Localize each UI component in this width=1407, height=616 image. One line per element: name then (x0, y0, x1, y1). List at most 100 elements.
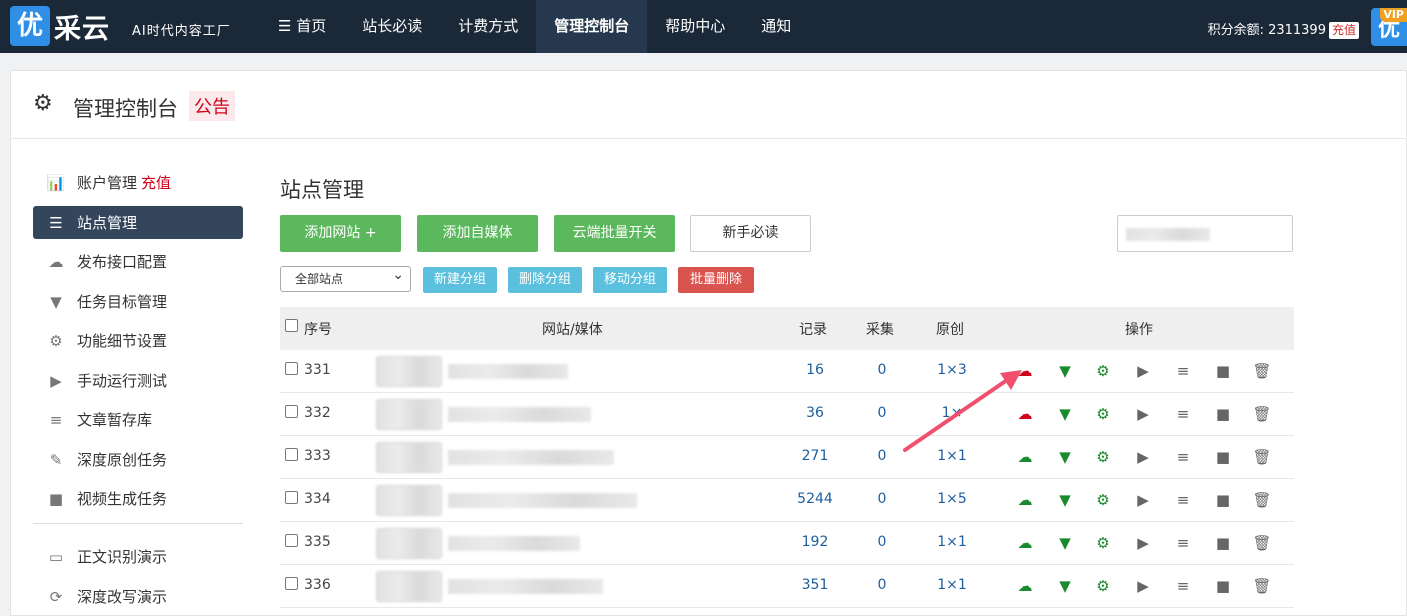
sidebar-item-sites[interactable]: ☰ 站点管理 (33, 205, 243, 239)
row-records[interactable]: 192 (785, 534, 845, 550)
row-original[interactable]: 1×3 (922, 362, 982, 378)
cloud-upload-icon[interactable]: ☁ (1015, 534, 1035, 552)
database-icon[interactable]: ≡ (1173, 448, 1193, 466)
database-icon[interactable]: ≡ (1173, 577, 1193, 595)
row-original[interactable]: 1×1 (922, 448, 982, 464)
sidebar-item-text-recognition-demo[interactable]: ▭ 正文识别演示 (33, 540, 243, 573)
row-checkbox[interactable] (285, 405, 298, 418)
video-camera-icon[interactable]: ■ (1213, 577, 1233, 595)
sidebar-item-publish-api[interactable]: ☁ 发布接口配置 (33, 245, 243, 278)
cloud-upload-icon[interactable]: ☁ (1015, 362, 1035, 380)
sidebar-item-feature-settings[interactable]: ⚙ 功能细节设置 (33, 324, 243, 357)
row-collect[interactable]: 0 (852, 405, 912, 421)
play-circle-icon[interactable]: ▶ (1133, 448, 1153, 466)
filter-icon[interactable]: ▼ (1055, 448, 1075, 466)
select-all-checkbox[interactable] (285, 319, 298, 332)
filter-icon[interactable]: ▼ (1055, 491, 1075, 509)
site-name-redacted[interactable] (448, 450, 614, 465)
row-collect[interactable]: 0 (852, 362, 912, 378)
trash-icon[interactable]: 🗑 (1252, 362, 1272, 380)
filter-icon[interactable]: ▼ (1055, 577, 1075, 595)
row-original[interactable]: 1×5 (922, 491, 982, 507)
cogs-icon[interactable]: ⚙ (1093, 577, 1113, 595)
delete-group-button[interactable]: 删除分组 (508, 267, 582, 293)
sidebar-item-video-task[interactable]: ■ 视频生成任务 (33, 482, 243, 515)
sidebar-item-article-store[interactable]: ≡ 文章暂存库 (33, 403, 243, 436)
trash-icon[interactable]: 🗑 (1252, 448, 1272, 466)
cloud-upload-icon[interactable]: ☁ (1015, 405, 1035, 423)
filter-icon[interactable]: ▼ (1055, 534, 1075, 552)
sidebar-item-deep-original[interactable]: ✎ 深度原创任务 (33, 443, 243, 476)
nav-pricing[interactable]: 计费方式 (440, 0, 536, 53)
trash-icon[interactable]: 🗑 (1252, 405, 1272, 423)
nav-help[interactable]: 帮助中心 (647, 0, 743, 53)
cloud-upload-icon[interactable]: ☁ (1015, 491, 1035, 509)
row-checkbox[interactable] (285, 362, 298, 375)
play-circle-icon[interactable]: ▶ (1133, 534, 1153, 552)
recharge-button[interactable]: 充值 (1328, 22, 1359, 39)
play-circle-icon[interactable]: ▶ (1133, 362, 1153, 380)
video-camera-icon[interactable]: ■ (1213, 534, 1233, 552)
sidebar-item-account[interactable]: 📊 账户管理 充值 (33, 166, 243, 199)
group-select[interactable]: 全部站点 (280, 263, 411, 292)
row-original[interactable]: 1×1 (922, 534, 982, 550)
row-collect[interactable]: 0 (852, 448, 912, 464)
row-collect[interactable]: 0 (852, 491, 912, 507)
vip-avatar[interactable]: 优 VIP (1371, 8, 1407, 46)
row-records[interactable]: 351 (785, 577, 845, 593)
add-site-button[interactable]: 添加网站 + (280, 215, 401, 252)
filter-icon[interactable]: ▼ (1055, 405, 1075, 423)
trash-icon[interactable]: 🗑 (1252, 534, 1272, 552)
play-circle-icon[interactable]: ▶ (1133, 405, 1153, 423)
trash-icon[interactable]: 🗑 (1252, 577, 1272, 595)
nav-console[interactable]: 管理控制台 (536, 0, 648, 53)
batch-delete-button[interactable]: 批量删除 (678, 267, 754, 293)
site-name-redacted[interactable] (448, 536, 580, 551)
row-checkbox[interactable] (285, 577, 298, 590)
row-checkbox[interactable] (285, 491, 298, 504)
row-original[interactable]: 1×1 (922, 577, 982, 593)
cogs-icon[interactable]: ⚙ (1093, 448, 1113, 466)
database-icon[interactable]: ≡ (1173, 405, 1193, 423)
nav-home[interactable]: ☰ 首页 (260, 0, 344, 53)
row-records[interactable]: 16 (785, 362, 845, 378)
play-circle-icon[interactable]: ▶ (1133, 491, 1153, 509)
filter-icon[interactable]: ▼ (1055, 362, 1075, 380)
site-name-redacted[interactable] (448, 493, 637, 508)
new-group-button[interactable]: 新建分组 (423, 267, 497, 293)
sidebar-recharge-link[interactable]: 充值 (141, 174, 171, 192)
video-camera-icon[interactable]: ■ (1213, 362, 1233, 380)
cogs-icon[interactable]: ⚙ (1093, 405, 1113, 423)
cogs-icon[interactable]: ⚙ (1093, 491, 1113, 509)
row-checkbox[interactable] (285, 534, 298, 547)
trash-icon[interactable]: 🗑 (1252, 491, 1272, 509)
logo-text[interactable]: 采云 (54, 7, 110, 46)
site-name-redacted[interactable] (448, 364, 568, 379)
sidebar-item-task-target[interactable]: ▼ 任务目标管理 (33, 285, 243, 318)
sidebar-item-manual-run[interactable]: ▶ 手动运行测试 (33, 364, 243, 397)
row-records[interactable]: 5244 (785, 491, 845, 507)
sidebar-item-rewrite-demo[interactable]: ⟳ 深度改写演示 (33, 580, 243, 613)
play-circle-icon[interactable]: ▶ (1133, 577, 1153, 595)
video-camera-icon[interactable]: ■ (1213, 491, 1233, 509)
add-media-button[interactable]: 添加自媒体 (417, 215, 538, 252)
database-icon[interactable]: ≡ (1173, 534, 1193, 552)
row-checkbox[interactable] (285, 448, 298, 461)
row-original[interactable]: 1× (922, 405, 982, 421)
row-records[interactable]: 36 (785, 405, 845, 421)
row-collect[interactable]: 0 (852, 577, 912, 593)
cloud-upload-icon[interactable]: ☁ (1015, 577, 1035, 595)
nav-must-read[interactable]: 站长必读 (344, 0, 440, 53)
row-records[interactable]: 271 (785, 448, 845, 464)
cloud-upload-icon[interactable]: ☁ (1015, 448, 1035, 466)
row-collect[interactable]: 0 (852, 534, 912, 550)
search-input[interactable] (1117, 215, 1293, 252)
video-camera-icon[interactable]: ■ (1213, 448, 1233, 466)
logo-icon[interactable]: 优 (10, 6, 50, 46)
move-group-button[interactable]: 移动分组 (593, 267, 667, 293)
database-icon[interactable]: ≡ (1173, 362, 1193, 380)
cogs-icon[interactable]: ⚙ (1093, 362, 1113, 380)
site-name-redacted[interactable] (448, 407, 591, 422)
cogs-icon[interactable]: ⚙ (1093, 534, 1113, 552)
cloud-batch-toggle-button[interactable]: 云端批量开关 (554, 215, 675, 252)
